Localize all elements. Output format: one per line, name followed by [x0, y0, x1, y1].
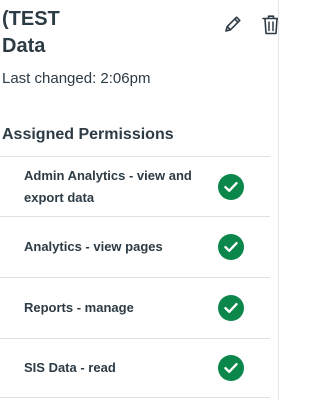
- role-title-line-2: Data: [2, 35, 46, 57]
- role-actions: [222, 12, 282, 36]
- role-details-panel: (TEST) Data Last changed: 2:06pm Assigne…: [0, 0, 280, 400]
- permission-row: SIS Data - read: [0, 338, 270, 398]
- role-header: (TEST) Data: [2, 6, 202, 60]
- assigned-permissions-heading: Assigned Permissions: [2, 126, 174, 143]
- role-title: (TEST) Data: [2, 6, 202, 60]
- role-title-line-1: (TEST): [2, 8, 60, 30]
- permission-label: Reports - manage: [24, 300, 134, 315]
- enabled-check-icon: [218, 355, 244, 381]
- permission-label: Analytics - view pages: [24, 239, 163, 254]
- permission-label: Admin Analytics - view and export data: [24, 167, 192, 205]
- permission-row: Analytics - view pages: [0, 216, 270, 277]
- permission-row: Admin Analytics - view and export data: [0, 156, 270, 216]
- permission-label: SIS Data - read: [24, 360, 116, 375]
- scrollbar-track[interactable]: [278, 0, 285, 400]
- enabled-check-icon: [218, 173, 244, 200]
- permission-row: Reports - manage: [0, 277, 270, 338]
- last-changed-text: Last changed: 2:06pm: [2, 70, 151, 87]
- enabled-check-icon: [218, 234, 244, 260]
- pencil-icon: [225, 16, 241, 32]
- permission-list: Admin Analytics - view and export data A…: [0, 156, 270, 398]
- enabled-check-icon: [218, 295, 244, 321]
- edit-role-button[interactable]: [222, 12, 244, 36]
